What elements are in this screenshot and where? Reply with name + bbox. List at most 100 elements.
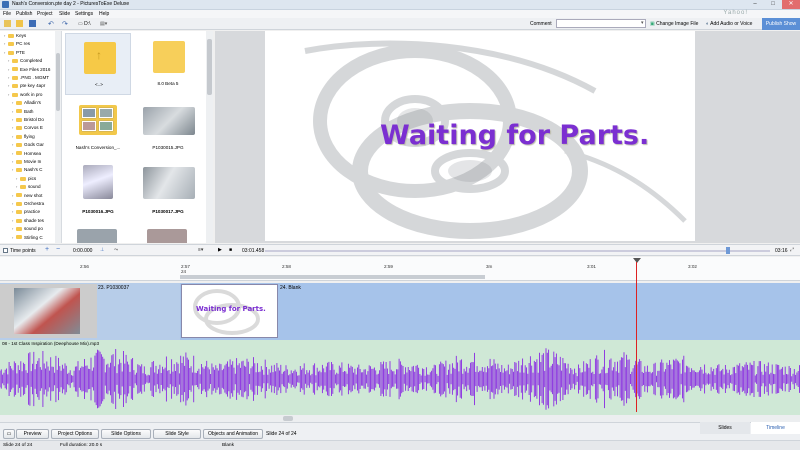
save-icon[interactable] (29, 20, 36, 27)
add-audio-button[interactable]: ◐ Add Audio or Voice (706, 21, 752, 27)
undo-icon[interactable]: ↶ (48, 20, 54, 28)
tree-item[interactable]: › Corvos E (0, 124, 61, 132)
pte-project-icon (79, 105, 117, 135)
comment-label: Comment (530, 21, 552, 27)
timeline-scroll-thumb[interactable] (283, 416, 293, 421)
list-menu-icon[interactable]: ≡▾ (198, 247, 203, 253)
tree-scroll-thumb[interactable] (56, 53, 60, 111)
view-mode-icon[interactable]: ▤▾ (100, 21, 107, 27)
file-tile-parent[interactable]: ↑ <..> (65, 33, 131, 95)
status-duration: Full duration: 20.0 s (60, 443, 103, 448)
redo-icon[interactable]: ↷ (62, 20, 68, 28)
tree-item[interactable]: › work in pro (0, 91, 61, 99)
tree-item[interactable]: › Homsea (0, 150, 61, 158)
slide-style-button[interactable]: Slide Style (153, 429, 201, 439)
new-icon[interactable] (4, 20, 11, 27)
folder-icon (12, 84, 18, 89)
tree-item[interactable]: › Alladin's (0, 99, 61, 107)
files-scroll-thumb[interactable] (207, 39, 212, 95)
slide-thumb-23[interactable] (0, 284, 97, 338)
slide-thumb-24[interactable]: Waiting for Parts. (181, 284, 278, 338)
menu-bar: File Publish Project Slide Settings Help (0, 10, 800, 18)
file-tile-image[interactable]: P1030017.JPG (135, 161, 201, 223)
file-tile-pte[interactable]: Nash's Conversion_... (65, 97, 131, 159)
time-ruler[interactable]: 2:56 2:57 24 2:58 2:59 3m 3:01 3:02 (0, 257, 800, 281)
tree-item[interactable]: › .PNG . MGMT (0, 74, 61, 82)
tree-item[interactable]: › pics (0, 175, 61, 183)
folder-up-icon: ↑ (84, 42, 116, 74)
tree-item[interactable]: › Nash's C (0, 166, 61, 174)
slide-options-button[interactable]: Slide Options (101, 429, 151, 439)
window-title: Nash's Conversion.pte day 2 - PicturesTo… (12, 1, 130, 7)
publish-show-button[interactable]: Publish Show (762, 18, 800, 30)
file-tile-image[interactable]: P1030016.JPG (65, 161, 131, 223)
audio-track[interactable] (0, 340, 800, 415)
file-label: P1030016.JPG (82, 209, 114, 214)
menu-help[interactable]: Help (99, 11, 109, 17)
tree-item-label: Alladin's (24, 100, 41, 106)
stop-icon[interactable]: ■ (229, 247, 232, 253)
tree-item[interactable]: › sound po (0, 225, 61, 233)
maximize-button[interactable]: □ (764, 0, 782, 9)
menu-file[interactable]: File (3, 11, 11, 17)
preview-button[interactable]: Preview (16, 429, 49, 439)
curve-icon[interactable]: ⤳ (114, 247, 118, 253)
file-tile-folder[interactable]: 8.0 Beta 5 (135, 33, 201, 95)
timeline-scrollbar[interactable] (0, 415, 800, 422)
status-bar: Slide 24 of 24 Full duration: 20.0 s Bla… (0, 440, 800, 450)
tab-slides[interactable]: Slides (700, 422, 750, 434)
tree-item[interactable]: › Completed (0, 57, 61, 65)
photo-thumbnail (147, 229, 187, 243)
fullscreen-icon[interactable]: ▭ (3, 429, 15, 439)
menu-settings[interactable]: Settings (75, 11, 93, 17)
file-grid: ↑ <..> 8.0 Beta 5 Nash's Conversion_... … (63, 31, 206, 243)
timeline-controls: Time points + − 0:00.000 ⊥ ⤳ ≡▾ ▶ ■ 03:0… (0, 244, 800, 256)
folder-icon (153, 41, 185, 73)
tree-item[interactable]: › flying (0, 133, 61, 141)
tree-item[interactable]: › Bristol Do (0, 116, 61, 124)
open-icon[interactable] (16, 20, 23, 27)
playhead-line[interactable] (636, 262, 637, 412)
tree-item[interactable]: › new shot (0, 192, 61, 200)
play-icon[interactable]: ▶ (218, 247, 222, 253)
close-button[interactable]: ✕ (782, 0, 800, 9)
change-image-file-button[interactable]: ▣ Change Image File (650, 21, 698, 27)
playhead-marker[interactable] (633, 258, 641, 263)
menu-project[interactable]: Project (37, 11, 53, 17)
remove-point-icon[interactable]: − (56, 246, 60, 253)
menu-slide[interactable]: Slide (59, 11, 70, 17)
tree-item[interactable]: › Exe Files 2016 (0, 66, 61, 74)
file-tile-image[interactable] (135, 225, 201, 243)
volume-slider-track[interactable] (265, 250, 770, 252)
minimize-button[interactable]: – (746, 0, 764, 9)
tree-item[interactable]: › practice (0, 208, 61, 216)
time-points-checkbox[interactable] (3, 248, 8, 253)
tree-item[interactable]: › Stirling C (0, 234, 61, 242)
tree-item[interactable]: › Movie In (0, 158, 61, 166)
zoom-icon[interactable]: ⤢ (790, 247, 794, 253)
tab-timeline[interactable]: Timeline (751, 422, 800, 434)
menu-publish[interactable]: Publish (16, 11, 32, 17)
tree-item[interactable]: › PC res (0, 40, 61, 48)
tree-item[interactable]: › shade tes (0, 217, 61, 225)
objects-animation-button[interactable]: Objects and Animation (203, 429, 263, 439)
ruler-slide-number: 24 (181, 269, 187, 274)
chevron-down-icon[interactable]: ▾ (641, 20, 644, 26)
comment-input[interactable] (556, 19, 646, 28)
tree-item[interactable]: › PTE (0, 49, 61, 57)
drive-path[interactable]: ▭ D:\ (78, 21, 91, 27)
tree-item[interactable]: › pte key 4apr (0, 82, 61, 90)
tree-item[interactable]: › Gods Gar (0, 141, 61, 149)
tree-item[interactable]: › Bath (0, 108, 61, 116)
volume-slider-knob[interactable] (726, 247, 730, 254)
file-tile-image[interactable]: P1030015.JPG (135, 97, 201, 159)
file-tile-image[interactable] (65, 225, 131, 243)
add-point-icon[interactable]: + (45, 246, 49, 253)
tree-item[interactable]: › Orchestra (0, 200, 61, 208)
tree-item[interactable]: › sound (0, 183, 61, 191)
tree-item[interactable]: › Keys (0, 32, 61, 40)
tree-item-label: Nash's C (24, 167, 43, 173)
project-options-button[interactable]: Project Options (51, 429, 99, 439)
preview-caption[interactable]: Waiting for Parts. (380, 120, 649, 151)
pin-icon[interactable]: ⊥ (100, 247, 104, 253)
